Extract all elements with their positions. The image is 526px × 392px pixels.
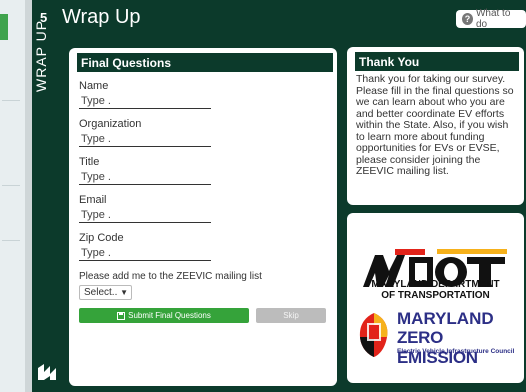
mdot-line-2: OF TRANSPORTATION	[381, 290, 490, 301]
map-line	[2, 240, 20, 247]
mailing-list-select[interactable]: Select.. ▼	[79, 285, 132, 300]
mailing-list-label: Please add me to the ZEEVIC mailing list	[79, 271, 262, 282]
skip-button[interactable]: Skip	[256, 308, 326, 323]
green-tab-fragment	[0, 14, 8, 40]
save-icon	[117, 311, 126, 320]
email-label: Email	[79, 194, 107, 206]
thank-you-card: Thank You Thank you for taking our surve…	[347, 47, 524, 205]
organization-label: Organization	[79, 118, 142, 130]
map-line	[2, 185, 20, 192]
what-to-do-button[interactable]: ? What to do	[456, 8, 526, 30]
page-title: Wrap Up	[62, 6, 141, 28]
logos-card: MARYLAND DEPARTMENT OF TRANSPORTATION MA…	[347, 213, 524, 383]
final-questions-card: Final Questions Name Organization Title …	[69, 48, 337, 386]
app-logo-icon	[38, 364, 56, 380]
what-to-do-label: What to do	[475, 8, 511, 30]
final-questions-header: Final Questions	[77, 53, 333, 72]
submit-label: Submit Final Questions	[128, 311, 211, 320]
name-input[interactable]	[79, 94, 211, 109]
vertical-section-title: WRAP UP	[33, 19, 49, 92]
email-input[interactable]	[79, 208, 211, 223]
panel-gap	[25, 0, 32, 392]
background-map-strip	[0, 0, 25, 392]
mdot-line-1: MARYLAND DEPARTMENT	[371, 279, 500, 290]
title-input[interactable]	[79, 170, 211, 185]
submit-final-questions-button[interactable]: Submit Final Questions	[79, 308, 249, 323]
select-value: Select..	[84, 287, 118, 298]
thank-you-header: Thank You	[355, 52, 519, 71]
thank-you-text: Thank you for taking our survey. Please …	[356, 73, 514, 177]
title-label: Title	[79, 156, 100, 168]
mze-line-1: MARYLAND	[397, 309, 494, 328]
name-label: Name	[79, 80, 109, 92]
zip-code-input[interactable]	[79, 246, 211, 261]
maryland-state-icon	[359, 313, 388, 357]
map-line	[2, 100, 20, 107]
mze-line-3: Electric Vehicle Infrastructure Council	[397, 348, 515, 355]
chevron-down-icon: ▼	[120, 288, 128, 297]
skip-label: Skip	[283, 311, 299, 320]
organization-input[interactable]	[79, 132, 211, 147]
help-icon: ?	[462, 13, 473, 25]
zip-code-label: Zip Code	[79, 232, 124, 244]
